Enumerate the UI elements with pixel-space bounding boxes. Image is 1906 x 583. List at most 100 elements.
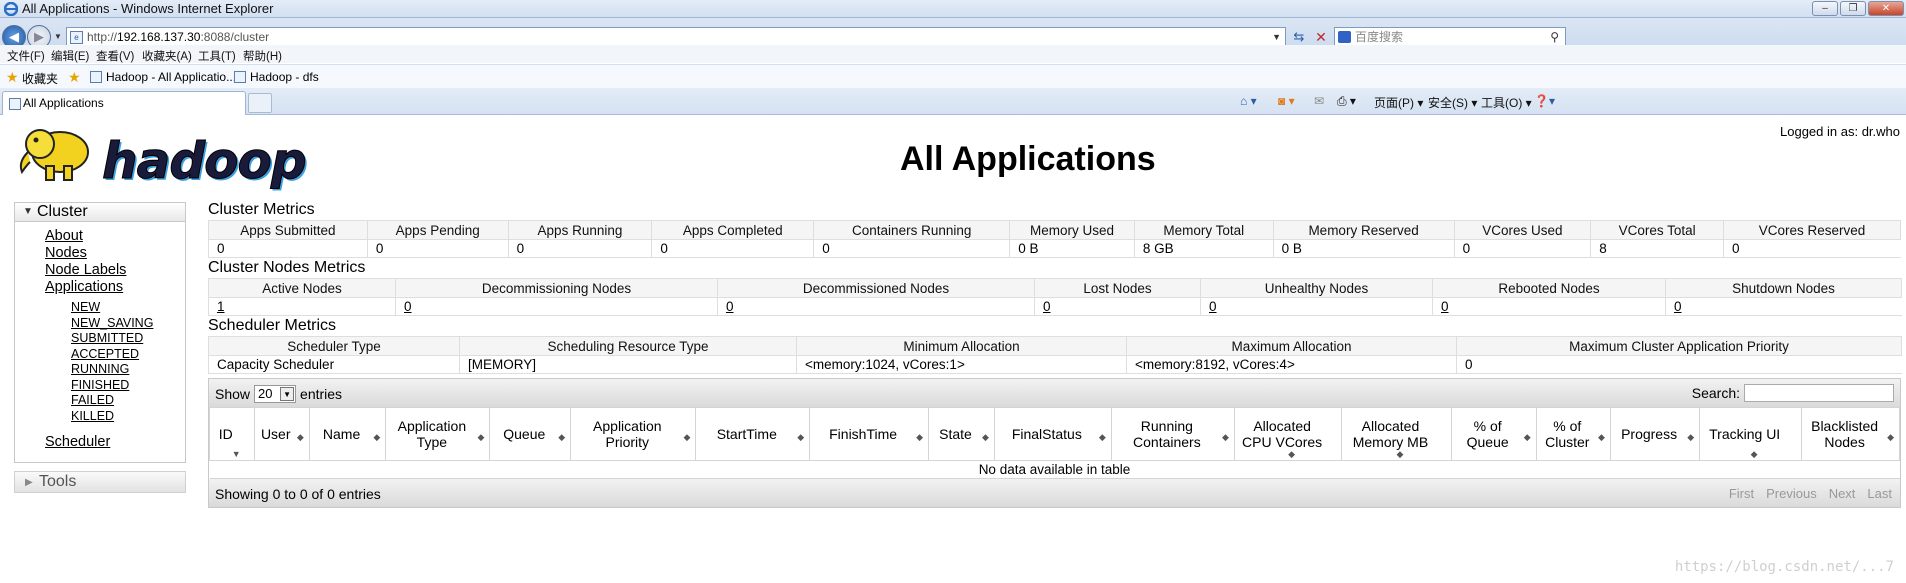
metric-value: 0 bbox=[208, 239, 368, 258]
column-header-application-priority[interactable]: Application Priority ◆ bbox=[570, 407, 697, 461]
help-icon[interactable]: ❓▾ bbox=[1534, 94, 1555, 108]
column-header-running-containers[interactable]: Running Containers ◆ bbox=[1110, 407, 1235, 461]
column-header-finishtime[interactable]: FinishTime ◆ bbox=[809, 407, 930, 461]
column-header-allocated-cpu-vcores[interactable]: Allocated CPU VCores ◆ bbox=[1233, 407, 1343, 461]
metrics-value-row: 0 0 0 0 0 0 B 8 GB 0 B 0 8 0 bbox=[208, 239, 1901, 258]
stop-icon[interactable]: ✕ bbox=[1311, 27, 1331, 47]
add-favorite-icon[interactable]: ★ bbox=[68, 69, 81, 86]
tab-bar: All Applications ⌂ ▾ ◙ ▾ ✉ ⎙ ▾ 页面(P) ▾ 安… bbox=[0, 88, 1906, 115]
sort-icon: ◆ bbox=[916, 432, 924, 442]
column-header-blacklisted-nodes[interactable]: Blacklisted Nodes ◆ bbox=[1801, 407, 1900, 461]
column-header-tracking-ui[interactable]: Tracking UI ◆ bbox=[1699, 407, 1803, 461]
sidebar-state-failed[interactable]: FAILED bbox=[71, 393, 114, 407]
entries-label: entries bbox=[300, 386, 343, 402]
sidebar-link-applications[interactable]: Applications bbox=[45, 279, 123, 295]
menu-file[interactable]: 文件(F) bbox=[7, 48, 45, 64]
sidebar-state-submitted[interactable]: SUBMITTED bbox=[71, 331, 143, 345]
sort-icon: ◆ bbox=[296, 432, 304, 442]
pager-previous[interactable]: Previous bbox=[1766, 486, 1817, 501]
favorites-button[interactable]: 收藏夹 bbox=[22, 70, 58, 87]
minimize-button[interactable]: – bbox=[1812, 1, 1838, 16]
column-header-application-type[interactable]: Application Type ◆ bbox=[385, 407, 491, 461]
new-tab-button[interactable] bbox=[248, 93, 272, 113]
column-header-state[interactable]: State ◆ bbox=[928, 407, 995, 461]
sidebar-link-scheduler[interactable]: Scheduler bbox=[45, 434, 110, 450]
sidebar-state-accepted[interactable]: ACCEPTED bbox=[71, 347, 139, 361]
state-killed-wrap: KILLED bbox=[71, 409, 114, 423]
node-metric-header: Shutdown Nodes bbox=[1665, 278, 1902, 298]
recent-pages-dropdown-icon[interactable]: ▼ bbox=[54, 32, 62, 41]
column-header-progress[interactable]: Progress ◆ bbox=[1609, 407, 1701, 461]
column-header-percent-of-queue[interactable]: % of Queue ◆ bbox=[1450, 407, 1537, 461]
sidebar-link-about[interactable]: About bbox=[45, 228, 83, 244]
main-content: Cluster Metrics Apps Submitted Apps Pend… bbox=[208, 200, 1902, 508]
favorite-link-dfs[interactable]: Hadoop - dfs bbox=[234, 70, 319, 84]
column-header-id[interactable]: ID ▼ bbox=[209, 407, 255, 461]
feeds-icon[interactable]: ◙ ▾ bbox=[1278, 94, 1295, 108]
shutdown-nodes-link[interactable]: 0 bbox=[1674, 299, 1682, 314]
table-search-input[interactable] bbox=[1744, 384, 1894, 402]
decommissioned-nodes-link[interactable]: 0 bbox=[726, 299, 734, 314]
mail-icon[interactable]: ✉ bbox=[1314, 94, 1324, 108]
column-header-finalstatus[interactable]: FinalStatus ◆ bbox=[993, 407, 1112, 461]
favorites-star-icon[interactable]: ★ bbox=[6, 69, 19, 86]
sidebar-state-new[interactable]: NEW bbox=[71, 300, 100, 314]
entries-select[interactable]: 20 ▼ bbox=[254, 385, 297, 403]
sort-icon: ◆ bbox=[1598, 432, 1605, 442]
address-input[interactable]: e http://192.168.137.30:8088/cluster ▼ bbox=[66, 27, 1286, 47]
menu-view[interactable]: 查看(V) bbox=[96, 48, 134, 64]
page-menu[interactable]: 页面(P) ▾ bbox=[1374, 94, 1423, 111]
active-nodes-link[interactable]: 1 bbox=[217, 299, 225, 314]
pager-last[interactable]: Last bbox=[1867, 486, 1892, 501]
node-metrics-header-row: Active Nodes Decommissioning Nodes Decom… bbox=[208, 278, 1902, 298]
column-header-user[interactable]: User ◆ bbox=[253, 407, 310, 461]
sidebar-state-new-saving[interactable]: NEW_SAVING bbox=[71, 316, 153, 330]
maximize-button[interactable]: ❐ bbox=[1840, 1, 1866, 16]
home-icon[interactable]: ⌂ ▾ bbox=[1240, 94, 1257, 108]
menu-edit[interactable]: 编辑(E) bbox=[51, 48, 89, 64]
page-content: Logged in as: dr.who hadoop All Applicat… bbox=[0, 116, 1906, 583]
node-metric-header: Decommissioned Nodes bbox=[717, 278, 1035, 298]
column-label: Tracking UI bbox=[1709, 426, 1781, 442]
lost-nodes-link[interactable]: 0 bbox=[1043, 299, 1051, 314]
menu-help[interactable]: 帮助(H) bbox=[243, 48, 282, 64]
ie-icon bbox=[4, 2, 18, 16]
scheduler-metrics-title: Scheduler Metrics bbox=[208, 317, 337, 334]
column-header-percent-of-cluster[interactable]: % of Cluster ◆ bbox=[1535, 407, 1611, 461]
refresh-icon[interactable]: ⇆ bbox=[1289, 27, 1309, 47]
metric-value: 0 B bbox=[1272, 239, 1455, 258]
pager-first[interactable]: First bbox=[1729, 486, 1754, 501]
safety-menu[interactable]: 安全(S) ▾ bbox=[1428, 94, 1477, 111]
search-input[interactable]: 百度搜索 ⚲ bbox=[1334, 27, 1566, 47]
scheduler-header: Maximum Allocation bbox=[1126, 336, 1457, 356]
column-header-allocated-memory-mb[interactable]: Allocated Memory MB ◆ bbox=[1341, 407, 1452, 461]
cluster-section-header[interactable]: ▼ Cluster bbox=[14, 202, 186, 222]
metric-header: Memory Reserved bbox=[1272, 220, 1455, 240]
sidebar-state-finished[interactable]: FINISHED bbox=[71, 378, 129, 392]
close-button[interactable]: ✕ bbox=[1868, 1, 1904, 16]
rebooted-nodes-link[interactable]: 0 bbox=[1441, 299, 1449, 314]
metric-header: VCores Reserved bbox=[1722, 220, 1902, 240]
tools-section-header[interactable]: ▶ Tools bbox=[14, 471, 186, 493]
column-header-starttime[interactable]: StartTime ◆ bbox=[695, 407, 811, 461]
sidebar-state-running[interactable]: RUNNING bbox=[71, 362, 129, 376]
column-label: Allocated CPU VCores bbox=[1242, 418, 1323, 450]
address-dropdown-icon[interactable]: ▼ bbox=[1272, 28, 1281, 46]
tab-all-applications[interactable]: All Applications bbox=[2, 91, 246, 115]
sort-desc-icon: ▼ bbox=[231, 449, 241, 459]
column-header-queue[interactable]: Queue ◆ bbox=[489, 407, 572, 461]
sidebar-state-killed[interactable]: KILLED bbox=[71, 409, 114, 423]
unhealthy-nodes-link[interactable]: 0 bbox=[1209, 299, 1217, 314]
tools-menu[interactable]: 工具(O) ▾ bbox=[1481, 94, 1532, 111]
decommissioning-nodes-link[interactable]: 0 bbox=[404, 299, 412, 314]
favorite-link-apps[interactable]: Hadoop - All Applicatio... bbox=[90, 70, 236, 84]
metric-value: 0 B bbox=[1009, 239, 1135, 258]
print-icon[interactable]: ⎙ ▾ bbox=[1337, 94, 1356, 109]
sidebar-link-node-labels[interactable]: Node Labels bbox=[45, 262, 126, 278]
pager-next[interactable]: Next bbox=[1829, 486, 1856, 501]
search-go-icon[interactable]: ⚲ bbox=[1550, 28, 1559, 46]
menu-tools[interactable]: 工具(T) bbox=[198, 48, 236, 64]
menu-favorites[interactable]: 收藏夹(A) bbox=[142, 48, 192, 64]
sidebar-link-nodes[interactable]: Nodes bbox=[45, 245, 87, 261]
column-header-name[interactable]: Name ◆ bbox=[308, 407, 387, 461]
